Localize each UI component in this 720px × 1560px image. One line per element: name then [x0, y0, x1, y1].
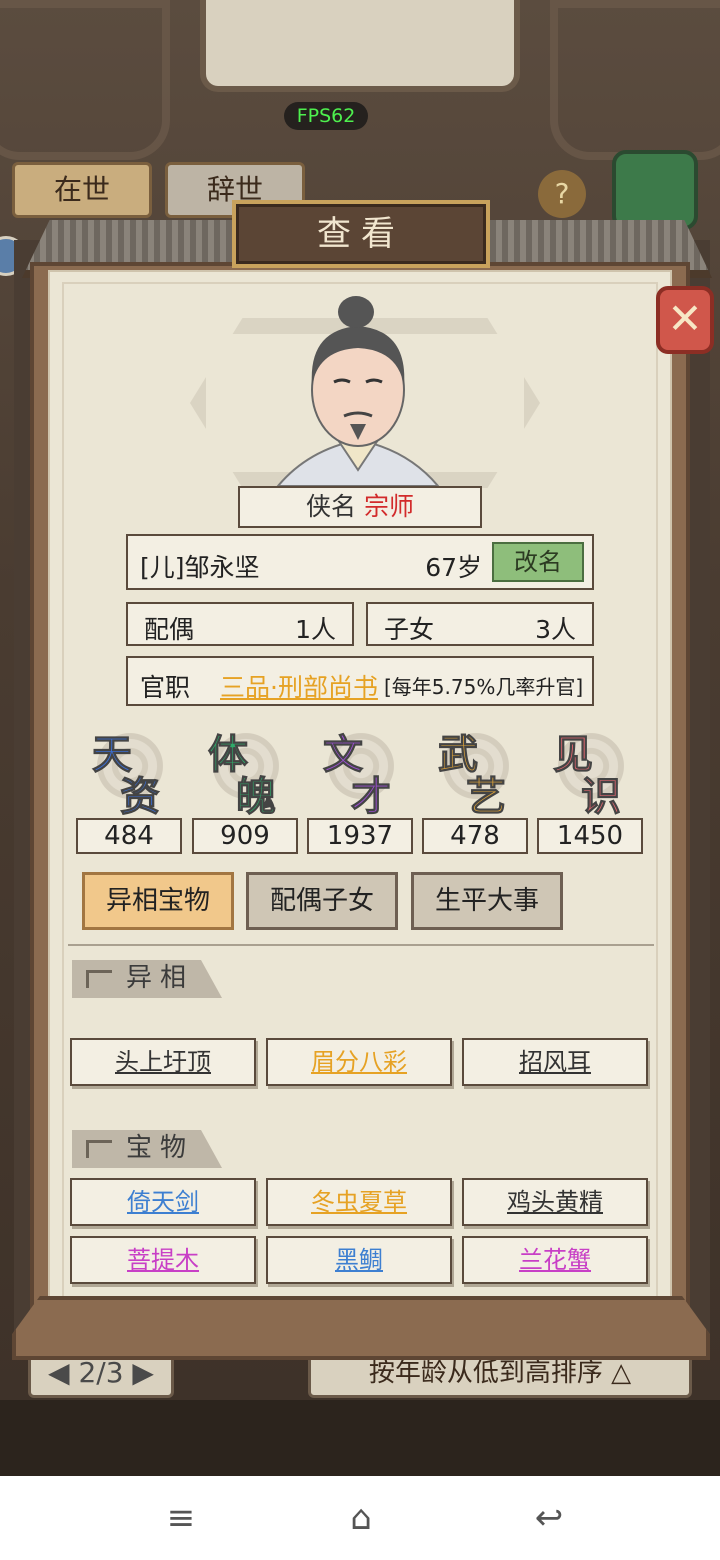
- tab-alive[interactable]: 在世: [12, 162, 152, 218]
- attr-talent: 天 资 484: [76, 720, 182, 856]
- fps-counter: FPS62: [284, 102, 368, 130]
- attr-talent-glyph-2: 资: [120, 774, 161, 821]
- hero-name-label: 侠名: [306, 492, 357, 521]
- dialog-base: [12, 1296, 710, 1360]
- help-icon[interactable]: ?: [538, 170, 586, 218]
- page-number: 2/3: [78, 1356, 124, 1389]
- section-treasures-title: 宝物: [126, 1133, 195, 1163]
- treasure-item[interactable]: 倚天剑: [70, 1178, 256, 1226]
- treasure-item[interactable]: 冬虫夏草: [266, 1178, 452, 1226]
- character-portrait: [276, 296, 440, 486]
- attr-martial-glyph-2: 艺: [466, 774, 507, 821]
- hero-title: 宗师: [363, 492, 414, 521]
- attr-martial: 武 艺 478: [422, 720, 528, 856]
- person-age: 67岁: [425, 553, 482, 582]
- spouse-row: 配偶 1人: [126, 602, 354, 646]
- home-icon[interactable]: ⌂: [336, 1498, 386, 1538]
- treasure-item[interactable]: 黑鲷: [266, 1236, 452, 1284]
- window-lattice-right: [550, 0, 720, 160]
- children-count: 3人: [535, 615, 576, 644]
- lattice-icon: [86, 1140, 112, 1158]
- menu-icon[interactable]: ≡: [156, 1498, 206, 1538]
- dialog-title: 查看: [232, 200, 490, 268]
- tab-traits-treasures[interactable]: 异相宝物: [82, 872, 234, 930]
- office-link[interactable]: 三品·刑部尚书: [220, 668, 378, 704]
- attr-physique-glyph-2: 魄: [236, 774, 277, 821]
- sort-label: 按年龄从低到高排序: [368, 1358, 603, 1388]
- spouse-count: 1人: [295, 615, 336, 644]
- promotion-rate: [每年5.75%几率升官]: [384, 675, 584, 699]
- section-treasures-header: 宝物: [72, 1130, 222, 1168]
- attr-literacy-value: 1937: [307, 818, 413, 854]
- office-label: 官职: [140, 673, 191, 702]
- trait-item[interactable]: 招风耳: [462, 1038, 648, 1086]
- children-label: 子女: [384, 615, 435, 644]
- rename-button[interactable]: 改名: [492, 542, 584, 582]
- tab-family[interactable]: 配偶子女: [246, 872, 398, 930]
- window-lattice-left: [0, 0, 170, 160]
- attr-literacy: 文 才 1937: [307, 720, 413, 856]
- tab-life-events[interactable]: 生平大事: [411, 872, 563, 930]
- attr-insight-glyph-2: 识: [581, 774, 622, 821]
- back-icon[interactable]: ↩: [524, 1498, 574, 1538]
- children-row: 子女 3人: [366, 602, 594, 646]
- hero-name-plate: 侠名 宗师: [238, 486, 482, 528]
- lattice-icon: [86, 970, 112, 988]
- trait-item[interactable]: 头上圩顶: [70, 1038, 256, 1086]
- system-nav-bar: ≡ ⌂ ↩: [0, 1476, 720, 1560]
- attr-insight-value: 1450: [537, 818, 643, 854]
- person-name: [儿]邹永坚: [140, 553, 260, 582]
- ink-painting: [200, 0, 520, 92]
- close-icon[interactable]: ✕: [656, 286, 714, 354]
- treasure-item[interactable]: 兰花蟹: [462, 1236, 648, 1284]
- attr-martial-value: 478: [422, 818, 528, 854]
- attr-physique: 体 魄 909: [192, 720, 298, 856]
- attr-physique-value: 909: [192, 818, 298, 854]
- return-button[interactable]: [612, 150, 698, 230]
- divider: [68, 944, 654, 946]
- attr-insight: 见 识 1450: [537, 720, 643, 856]
- attr-literacy-glyph-2: 才: [351, 774, 392, 821]
- spouse-label: 配偶: [144, 615, 195, 644]
- office-row: 官职 三品·刑部尚书 [每年5.75%几率升官]: [126, 656, 594, 706]
- section-traits-header: 异相: [72, 960, 222, 998]
- section-traits-title: 异相: [126, 963, 195, 993]
- floor-strip: [0, 1400, 720, 1476]
- person-info-row: [儿]邹永坚 67岁 改名: [126, 534, 594, 590]
- trait-item[interactable]: 眉分八彩: [266, 1038, 452, 1086]
- treasure-item[interactable]: 菩提木: [70, 1236, 256, 1284]
- treasure-item[interactable]: 鸡头黄精: [462, 1178, 648, 1226]
- attr-talent-value: 484: [76, 818, 182, 854]
